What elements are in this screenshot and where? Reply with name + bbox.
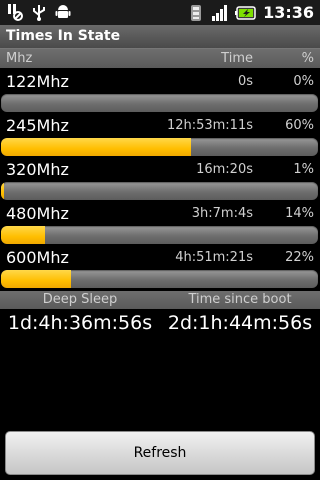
state-frequency: 320Mhz (6, 160, 69, 179)
clock: 13:36 (263, 3, 314, 22)
totals-header: Deep Sleep Time since boot (0, 291, 320, 309)
app-title: Times In State (6, 28, 121, 44)
state-progress-fill (1, 138, 192, 156)
state-row: 480Mhz 3h:7m:4s 14% (0, 202, 320, 246)
state-percent: 60% (285, 118, 314, 133)
state-row: 320Mhz 16m:20s 1% (0, 158, 320, 202)
battery-charging-icon (235, 5, 256, 20)
state-percent: 1% (293, 162, 314, 177)
state-row: 245Mhz 12h:53m:11s 60% (0, 114, 320, 158)
header-mhz: Mhz (6, 51, 33, 66)
system-icons: 13:36 (187, 3, 314, 22)
state-row: 122Mhz 0s 0% (0, 70, 320, 114)
state-frequency: 600Mhz (6, 248, 69, 267)
totals-values: 1d:4h:36m:56s 2d:1h:44m:56s (0, 311, 320, 339)
android-icon (55, 5, 71, 18)
header-percent: % (301, 51, 314, 66)
time-since-boot-label: Time since boot (188, 292, 292, 307)
usb-icon (33, 5, 45, 21)
column-header: Mhz Time % (0, 49, 320, 68)
refresh-button[interactable]: Refresh (5, 431, 315, 475)
state-percent: 22% (285, 250, 314, 265)
state-progress-bar (1, 182, 318, 200)
notification-icons (6, 3, 72, 21)
state-percent: 14% (285, 206, 314, 221)
state-progress-fill (1, 270, 71, 288)
state-frequency: 245Mhz (6, 116, 69, 135)
usb-debugging-icon (8, 4, 23, 21)
signal-icon (212, 4, 228, 21)
state-frequency: 122Mhz (6, 72, 69, 91)
deep-sleep-label: Deep Sleep (42, 292, 118, 307)
state-time: 16m:20s (196, 162, 253, 177)
state-time: 3h:7m:4s (191, 206, 253, 221)
wifi-icon (191, 4, 202, 21)
state-progress-bar (1, 270, 318, 288)
state-frequency: 480Mhz (6, 204, 69, 223)
state-percent: 0% (293, 74, 314, 89)
header-time: Time (221, 51, 253, 66)
state-progress-fill (1, 226, 46, 244)
state-row: 600Mhz 4h:51m:21s 22% (0, 246, 320, 290)
state-time: 12h:53m:11s (166, 118, 253, 133)
app-title-bar: Times In State (0, 25, 320, 49)
state-time: 0s (237, 74, 253, 89)
state-list: 122Mhz 0s 0% 245Mhz 12h:53m:11s 60% 320M… (0, 70, 320, 290)
state-progress-fill (1, 182, 5, 200)
state-progress-bar (1, 94, 318, 112)
time-since-boot-value: 2d:1h:44m:56s (167, 312, 313, 334)
status-bar: 13:36 (0, 0, 320, 25)
state-progress-bar (1, 226, 318, 244)
state-time: 4h:51m:21s (175, 250, 253, 265)
state-progress-bar (1, 138, 318, 156)
deep-sleep-value: 1d:4h:36m:56s (7, 312, 153, 334)
